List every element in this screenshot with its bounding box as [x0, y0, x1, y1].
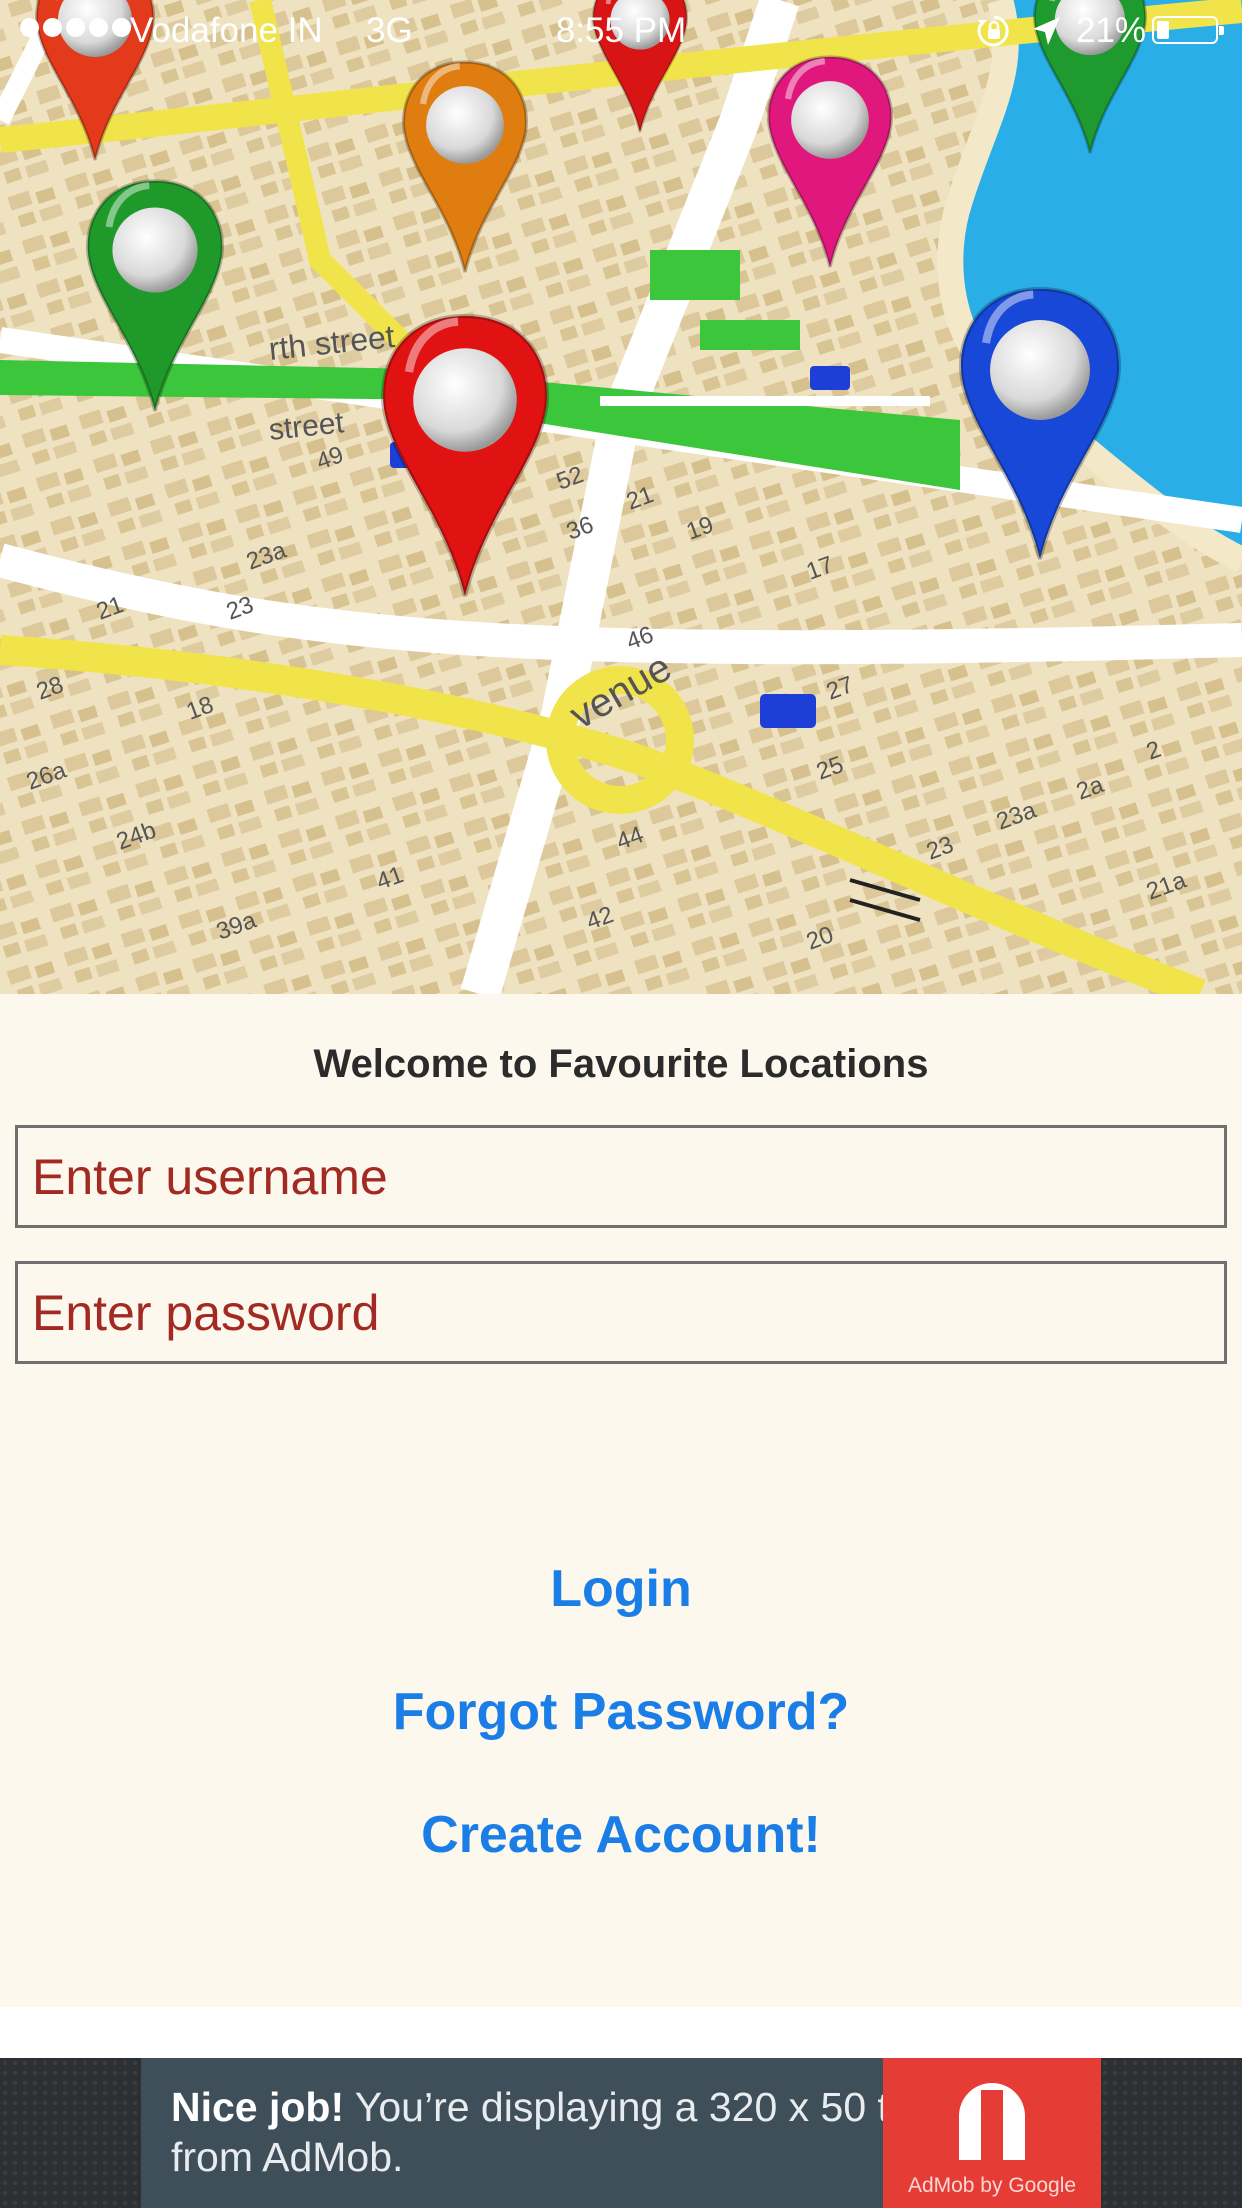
- forgot-password-button[interactable]: Forgot Password?: [0, 1682, 1242, 1742]
- admob-caption: AdMob by Google: [907, 2174, 1077, 2197]
- create-account-button[interactable]: Create Account!: [0, 1805, 1242, 1865]
- ad-separator: [0, 2007, 1242, 2058]
- map-illustration: rth street street venue 28 18 26a 24b 39…: [0, 0, 1242, 994]
- username-input[interactable]: [15, 1125, 1227, 1228]
- admob-test-ad[interactable]: Nice job! You’re displaying a 320 x 50 t…: [141, 2058, 1101, 2208]
- login-button[interactable]: Login: [0, 1559, 1242, 1619]
- orientation-lock-icon: [977, 15, 1009, 47]
- ad-headline: Nice job!: [171, 2084, 345, 2130]
- admob-logo-box: AdMob by Google: [883, 2058, 1101, 2208]
- admob-logo-icon: [959, 2083, 1025, 2160]
- password-input[interactable]: [15, 1261, 1227, 1364]
- status-bar: Vodafone IN 3G 8:55 PM 21%: [0, 0, 1242, 62]
- battery-percent: 21%: [1076, 11, 1147, 50]
- hero-map-image: rth street street venue 28 18 26a 24b 39…: [0, 0, 1242, 994]
- location-arrow-icon: [1033, 17, 1060, 45]
- ad-container: Nice job! You’re displaying a 320 x 50 t…: [0, 2058, 1242, 2208]
- battery-icon: [1152, 16, 1224, 44]
- welcome-title: Welcome to Favourite Locations: [313, 1042, 929, 1086]
